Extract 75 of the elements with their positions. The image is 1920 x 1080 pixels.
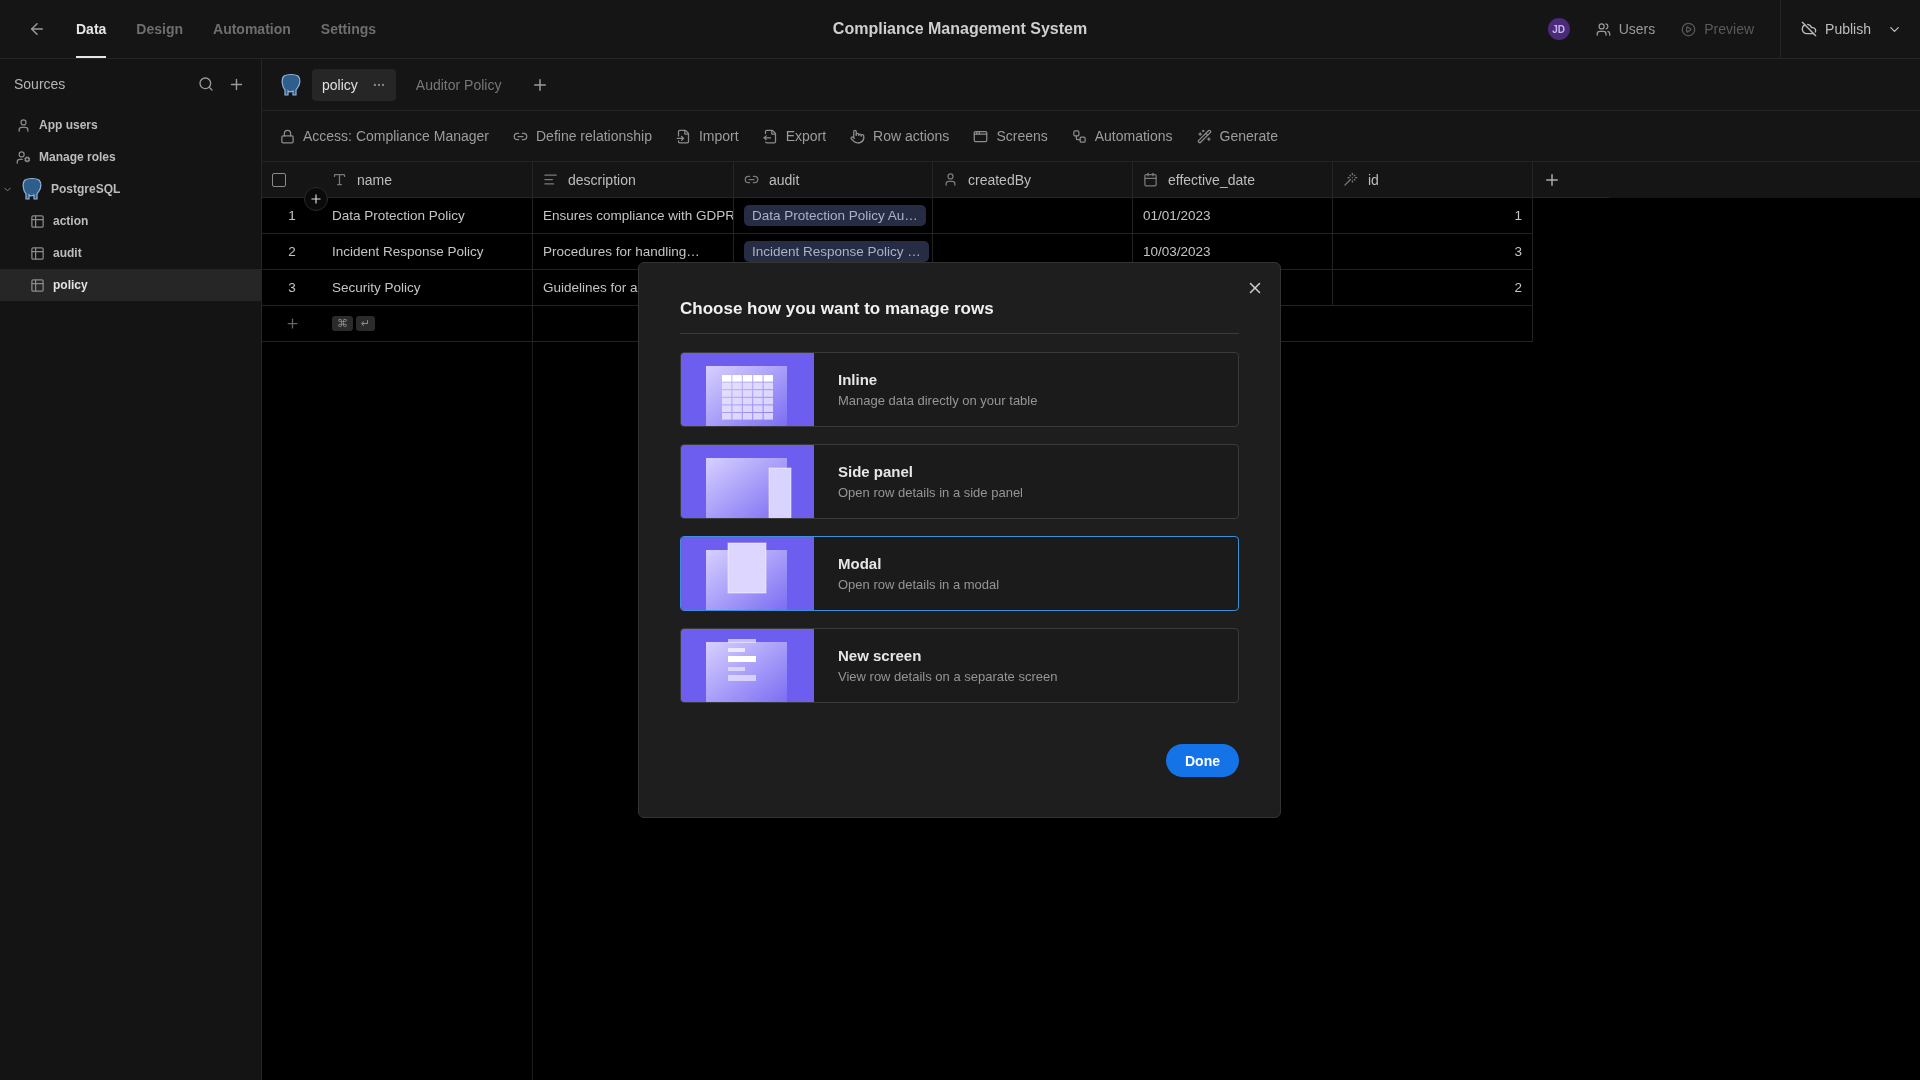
- column-header[interactable]: createdBy: [933, 162, 1133, 198]
- pointer-hand-icon: [850, 128, 866, 144]
- back-button[interactable]: [28, 20, 46, 38]
- table-tab[interactable]: policy: [312, 68, 396, 101]
- app-title: Compliance Management System: [832, 20, 1088, 38]
- sidebar-item[interactable]: audit: [0, 237, 261, 269]
- user-avatar[interactable]: JD: [1547, 18, 1570, 40]
- window-icon: [973, 128, 989, 144]
- linked-record-chip[interactable]: Incident Response Policy …: [744, 241, 929, 262]
- users-button[interactable]: Users: [1595, 21, 1656, 37]
- sidebar-item[interactable]: App users: [0, 109, 261, 141]
- user-gear-icon: [16, 149, 31, 165]
- user-icon: [943, 172, 958, 187]
- add-row-button[interactable]: [284, 316, 300, 331]
- sidebar-item[interactable]: Manage roles: [0, 141, 261, 173]
- toolbar-button[interactable]: Screens: [973, 128, 1048, 144]
- toolbar-button[interactable]: Access: Compliance Manager: [280, 128, 489, 144]
- search-button[interactable]: [198, 76, 214, 92]
- layout-option[interactable]: Modal Open row details in a modal: [680, 536, 1239, 611]
- keyboard-key: ↵: [356, 316, 376, 331]
- toolbar-button[interactable]: Generate: [1196, 128, 1278, 144]
- table-icon: [30, 213, 45, 229]
- done-button[interactable]: Done: [1166, 744, 1239, 777]
- nav-tab[interactable]: Automation: [213, 0, 291, 58]
- column-header[interactable]: effective_date: [1133, 162, 1333, 198]
- table-icon: [30, 277, 45, 293]
- table-cell: 01/01/2023: [1133, 198, 1333, 234]
- column-header[interactable]: description: [533, 162, 734, 198]
- sidebar-item[interactable]: PostgreSQL: [0, 173, 261, 205]
- toolbar-button[interactable]: Row actions: [850, 128, 950, 144]
- column-header[interactable]: id: [1333, 162, 1533, 198]
- toolbar-button[interactable]: Export: [762, 128, 827, 144]
- cloud-off-icon: [1801, 21, 1818, 37]
- linked-record-chip[interactable]: Data Protection Policy Au…: [744, 205, 926, 226]
- column-header[interactable]: audit: [734, 162, 933, 198]
- elephant-logo-icon: [21, 177, 43, 201]
- table-cell: Security Policy: [322, 270, 533, 306]
- text-type-icon: [332, 172, 347, 187]
- table-cell: 3: [1333, 234, 1533, 270]
- select-all-checkbox[interactable]: [272, 172, 286, 187]
- table-cell: 1: [1333, 198, 1533, 234]
- calendar-icon: [1143, 172, 1158, 187]
- sidebar-item[interactable]: action: [0, 205, 261, 237]
- elephant-logo-icon: [280, 72, 302, 97]
- toolbar-button[interactable]: Automations: [1071, 128, 1173, 144]
- magic-wand-icon: [1343, 172, 1358, 187]
- workflow-icon: [1071, 128, 1087, 144]
- add-column-button[interactable]: [304, 187, 328, 211]
- dialog-title: Choose how you want to manage rows: [680, 299, 1239, 334]
- play-icon: [1681, 21, 1697, 37]
- layout-option[interactable]: Inline Manage data directly on your table: [680, 352, 1239, 427]
- keyboard-key: ⌘: [332, 316, 353, 331]
- import-icon: [675, 128, 691, 144]
- magic-wand-icon: [1196, 128, 1212, 144]
- plus-icon: [309, 192, 323, 206]
- lock-icon: [280, 128, 295, 144]
- table-icon: [30, 245, 45, 261]
- nav-tab[interactable]: Settings: [320, 0, 377, 58]
- paragraph-icon: [543, 172, 558, 187]
- table-cell: 2: [1333, 270, 1533, 306]
- publish-button[interactable]: Publish: [1780, 0, 1920, 58]
- layout-option[interactable]: Side panel Open row details in a side panel: [680, 444, 1239, 519]
- table-cell: Incident Response Policy: [322, 234, 533, 270]
- sidebar-item[interactable]: policy: [0, 269, 261, 301]
- toolbar-button[interactable]: Import: [675, 128, 739, 144]
- sidebar-title: Sources: [14, 76, 66, 92]
- row-number: 2: [262, 234, 322, 270]
- toolbar-button[interactable]: Define relationship: [513, 128, 652, 144]
- users-icon: [1595, 21, 1611, 37]
- table-tab[interactable]: Auditor Policy: [405, 68, 512, 101]
- export-icon: [762, 128, 778, 144]
- row-number: 3: [262, 270, 322, 306]
- user-icon: [16, 117, 31, 133]
- layout-option[interactable]: New screen View row details on a separate screen: [680, 628, 1239, 703]
- nav-tab[interactable]: Design: [136, 0, 184, 58]
